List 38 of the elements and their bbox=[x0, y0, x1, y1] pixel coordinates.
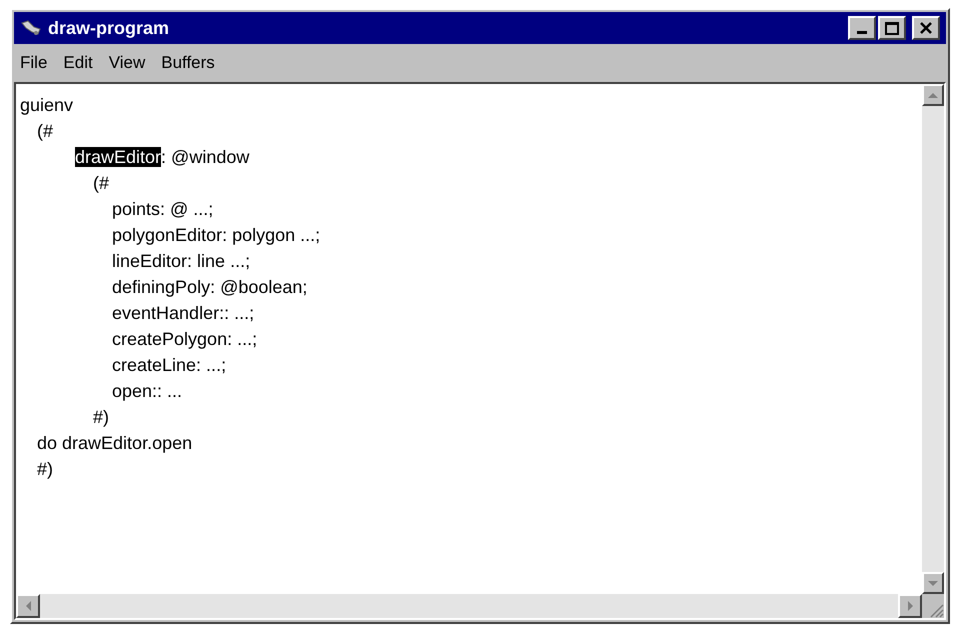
code-line: drawEditor: @window bbox=[75, 146, 250, 169]
code-line: definingPoly: @boolean; bbox=[112, 276, 308, 299]
scroll-left-button[interactable] bbox=[16, 594, 40, 618]
minimize-button[interactable] bbox=[848, 16, 876, 40]
menu-item[interactable]: Buffers bbox=[161, 50, 215, 76]
right-arrow-icon bbox=[908, 601, 912, 611]
code-line: (# bbox=[37, 120, 54, 143]
code-line: polygonEditor: polygon ...; bbox=[112, 224, 320, 247]
resize-grip-icon[interactable] bbox=[928, 602, 944, 618]
close-button[interactable] bbox=[912, 16, 940, 40]
menu-item[interactable]: View bbox=[108, 50, 146, 76]
code-line: #) bbox=[37, 458, 54, 481]
window-title: draw-program bbox=[48, 16, 170, 40]
scroll-down-button[interactable] bbox=[922, 572, 944, 594]
left-arrow-icon bbox=[26, 601, 30, 611]
code-line: guienv bbox=[20, 94, 74, 117]
code-line: createLine: ...; bbox=[112, 354, 226, 377]
minimize-icon bbox=[857, 31, 867, 34]
code-line: open:: ... bbox=[112, 380, 182, 403]
maximize-icon bbox=[885, 22, 899, 34]
vertical-scrollbar[interactable] bbox=[922, 84, 944, 594]
code-line: lineEditor: line ...; bbox=[112, 250, 250, 273]
menu-item[interactable]: Edit bbox=[63, 50, 93, 76]
code-line: createPolygon: ...; bbox=[112, 328, 258, 351]
down-arrow-icon bbox=[928, 580, 938, 586]
code-line: (# bbox=[93, 172, 110, 195]
code-line: eventHandler:: ...; bbox=[112, 302, 254, 325]
scroll-up-button[interactable] bbox=[922, 84, 944, 106]
up-arrow-icon bbox=[928, 92, 938, 98]
code-line: do drawEditor.open bbox=[37, 432, 192, 455]
maximize-button[interactable] bbox=[878, 16, 906, 40]
code-line: #) bbox=[93, 406, 110, 429]
close-icon bbox=[919, 22, 933, 34]
menu-item[interactable]: File bbox=[20, 50, 48, 76]
app-icon bbox=[20, 19, 42, 37]
code-line: points: @ ...; bbox=[112, 198, 214, 221]
scroll-right-button[interactable] bbox=[898, 594, 922, 618]
horizontal-scrollbar[interactable] bbox=[16, 594, 922, 618]
